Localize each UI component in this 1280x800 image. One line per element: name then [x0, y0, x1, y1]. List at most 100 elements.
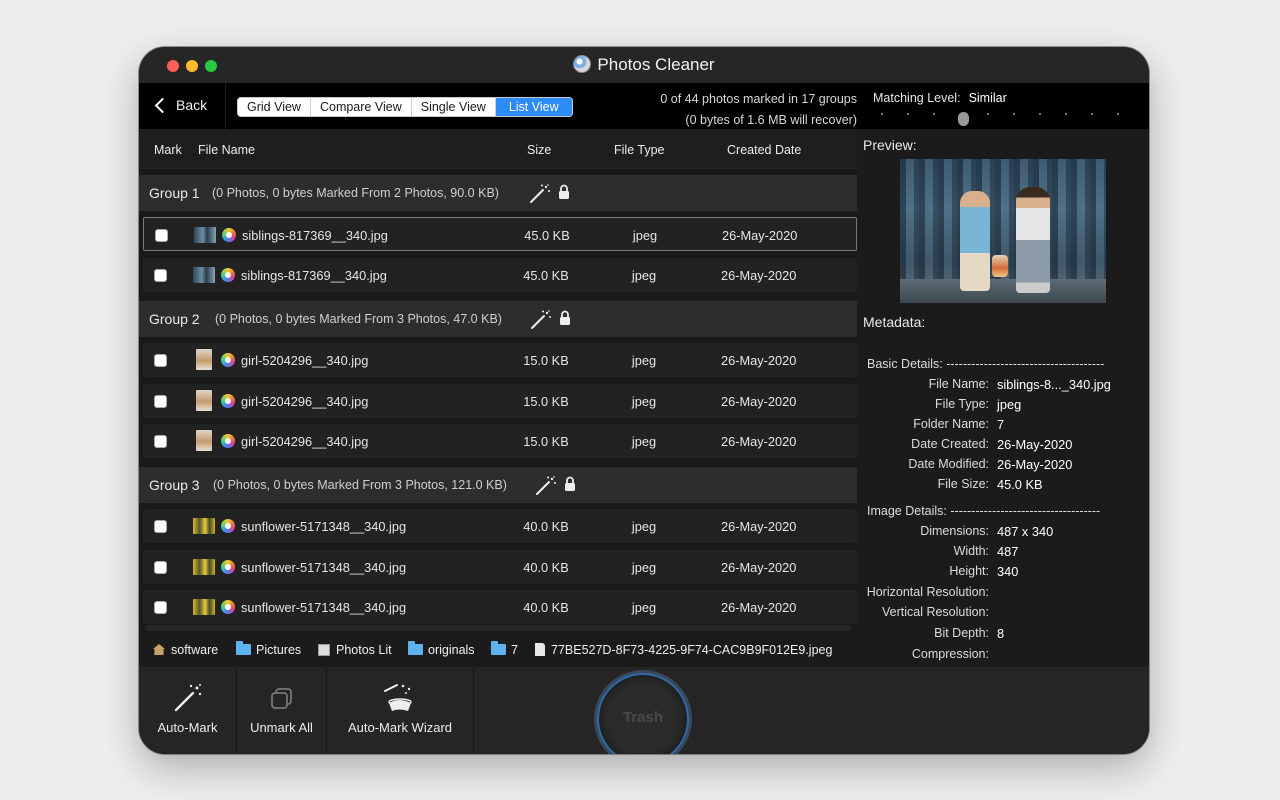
lock-icon[interactable] [564, 476, 576, 492]
metadata-value: 26-May-2020 [997, 437, 1073, 452]
preview-pane: Preview: Metadata: Basic Details: ------… [857, 129, 1149, 667]
file-name: girl-5204296__340.jpg [241, 353, 369, 368]
matching-level-value: Similar [968, 91, 1007, 105]
path-item[interactable]: 77BE527D-8F73-4225-9F74-CAC9B9F012E9.jpe… [535, 643, 832, 657]
file-type: jpeg [631, 560, 657, 575]
title-bar: Photos Cleaner [139, 47, 1149, 83]
list-view-tab[interactable]: List View [495, 98, 572, 116]
matching-level-slider[interactable] [879, 112, 1129, 126]
mark-checkbox[interactable] [154, 395, 167, 408]
grid-view-tab[interactable]: Grid View [238, 98, 311, 116]
path-item[interactable]: 7 [491, 641, 518, 657]
file-size: 15.0 KB [523, 394, 569, 409]
table-row[interactable]: siblings-817369__340.jpg 45.0 KB jpeg 26… [143, 217, 857, 251]
folder-icon [491, 641, 506, 655]
created-date: 26-May-2020 [721, 353, 797, 368]
file-name: sunflower-5171348__340.jpg [241, 600, 407, 615]
mark-checkbox[interactable] [154, 354, 167, 367]
mark-checkbox[interactable] [154, 269, 167, 282]
lock-icon[interactable] [558, 184, 570, 200]
photo-thumbnail [194, 227, 216, 243]
metadata-key: File Name: [928, 377, 989, 391]
mark-checkbox[interactable] [154, 435, 167, 448]
photos-app-icon [221, 353, 235, 367]
table-row[interactable]: sunflower-5171348__340.jpg 40.0 KB jpeg … [143, 550, 857, 584]
metadata-key: Width: [953, 544, 989, 558]
metadata-value: 26-May-2020 [997, 457, 1073, 472]
metadata-value: 7 [997, 417, 1005, 432]
preview-label: Preview: [863, 137, 917, 153]
path-label: software [171, 643, 219, 657]
app-title: Photos Cleaner [139, 55, 1149, 75]
table-row[interactable]: sunflower-5171348__340.jpg 40.0 KB jpeg … [143, 509, 857, 543]
metadata-key: Date Modified: [908, 457, 989, 471]
table-row[interactable]: girl-5204296__340.jpg 15.0 KB jpeg 26-Ma… [143, 343, 857, 377]
file-size: 15.0 KB [523, 434, 569, 449]
file-type: jpeg [631, 519, 657, 534]
metadata-row: Folder Name: 7 [857, 417, 1149, 437]
auto-mark-wizard-label: Auto-Mark Wizard [347, 720, 453, 735]
mark-checkbox[interactable] [154, 601, 167, 614]
group-name: Group 1 [149, 185, 200, 201]
column-header-file-type[interactable]: File Type [614, 143, 665, 157]
photo-thumbnail [193, 267, 215, 283]
mark-checkbox[interactable] [155, 229, 168, 242]
metadata-key: Date Created: [911, 437, 989, 451]
magic-wand-icon[interactable] [529, 184, 551, 204]
file-name: girl-5204296__340.jpg [241, 394, 369, 409]
metadata-row: File Type: jpeg [857, 397, 1149, 417]
table-row[interactable]: sunflower-5171348__340.jpg 40.0 KB jpeg … [143, 590, 857, 624]
home-icon [153, 644, 165, 655]
column-header-mark[interactable]: Mark [154, 143, 182, 157]
file-name: siblings-817369__340.jpg [242, 228, 388, 243]
trash-button[interactable]: Trash [597, 673, 689, 754]
column-header-created-date[interactable]: Created Date [727, 143, 801, 157]
path-label: 7 [511, 643, 518, 657]
path-item[interactable]: Pictures [236, 641, 301, 657]
metadata-key: Height: [949, 564, 989, 578]
image-details-header: Image Details: -------------------------… [867, 504, 1101, 518]
magic-wand-icon[interactable] [535, 476, 557, 496]
app-window: Photos Cleaner Back Grid View Compare Vi… [139, 47, 1149, 754]
metadata-key: Dimensions: [920, 524, 989, 538]
file-type: jpeg [631, 353, 657, 368]
auto-mark-button[interactable]: Auto-Mark [139, 667, 236, 754]
preview-image [900, 159, 1106, 303]
path-item[interactable]: software [153, 643, 218, 657]
single-view-tab[interactable]: Single View [412, 98, 496, 116]
metadata-key: Vertical Resolution: [881, 605, 989, 619]
app-logo-icon [573, 55, 592, 73]
slider-knob[interactable] [958, 112, 969, 126]
metadata-label: Metadata: [863, 314, 926, 330]
file-type: jpeg [631, 268, 657, 283]
unmark-all-button[interactable]: Unmark All [237, 667, 326, 754]
file-type: jpeg [631, 434, 657, 449]
mark-summary: 0 of 44 photos marked in 17 groups (0 by… [660, 89, 857, 131]
compare-view-tab[interactable]: Compare View [311, 98, 412, 116]
table-row[interactable]: siblings-817369__340.jpg 45.0 KB jpeg 26… [143, 258, 857, 292]
mark-checkbox[interactable] [154, 561, 167, 574]
lock-icon[interactable] [559, 310, 571, 326]
metadata-key: File Size: [937, 477, 989, 491]
auto-mark-wizard-button[interactable]: Auto-Mark Wizard [327, 667, 473, 754]
path-item[interactable]: originals [408, 641, 475, 657]
path-item[interactable]: Photos Lit [318, 643, 396, 657]
group-name: Group 3 [149, 477, 200, 493]
group-header: Group 2 (0 Photos, 0 bytes Marked From 3… [139, 301, 857, 337]
metadata-key: Bit Depth: [934, 626, 989, 640]
group-info: (0 Photos, 0 bytes Marked From 3 Photos,… [215, 312, 502, 326]
mark-checkbox[interactable] [154, 520, 167, 533]
wizard-hat-icon [384, 684, 412, 711]
photo-thumbnail [196, 349, 212, 370]
photos-app-icon [222, 228, 236, 242]
table-row[interactable]: girl-5204296__340.jpg 15.0 KB jpeg 26-Ma… [143, 384, 857, 418]
column-header-size[interactable]: Size [527, 143, 551, 157]
summary-marked-count: 0 of 44 photos marked in 17 groups [660, 92, 857, 106]
column-header-file-name[interactable]: File Name [198, 143, 255, 157]
metadata-value: 8 [997, 626, 1005, 641]
bottom-action-bar: Auto-Mark Unmark All Auto-Mark Wizard Tr… [139, 667, 1149, 754]
table-row[interactable]: girl-5204296__340.jpg 15.0 KB jpeg 26-Ma… [143, 424, 857, 458]
back-button[interactable]: Back [154, 97, 207, 114]
view-segmented-control: Grid View Compare View Single View List … [237, 97, 573, 117]
magic-wand-icon[interactable] [530, 310, 552, 330]
